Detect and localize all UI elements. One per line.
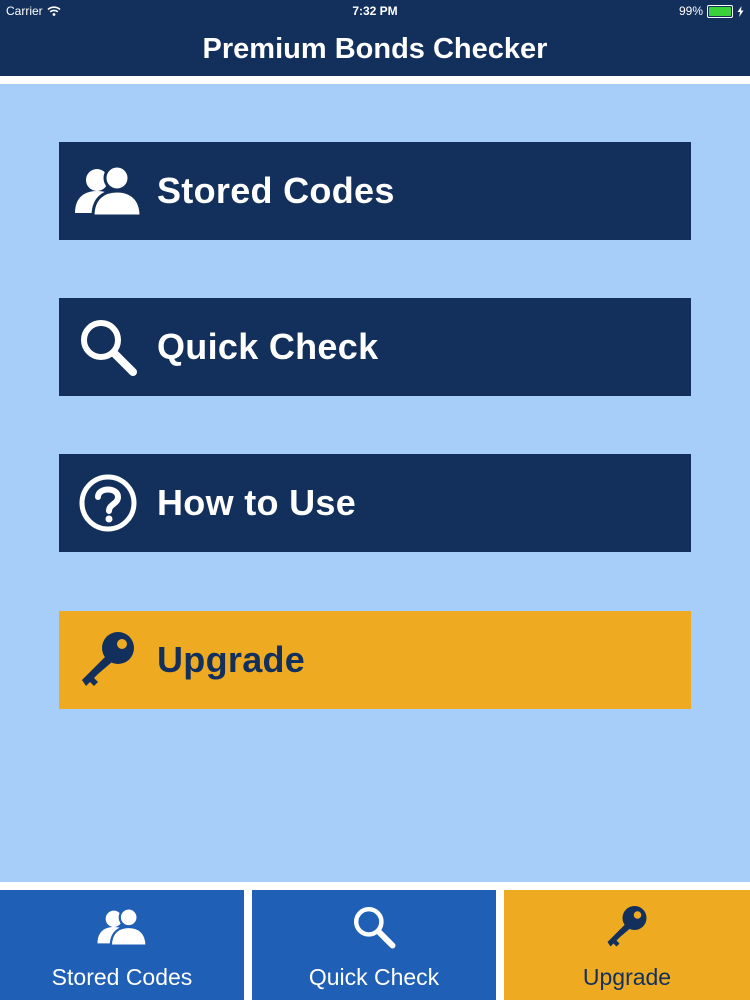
tab-quick-check[interactable]: Quick Check: [252, 890, 496, 1000]
how-to-use-label: How to Use: [157, 482, 357, 523]
status-bar: Carrier 7:32 PM 99%: [0, 0, 750, 22]
tab-stored-codes[interactable]: Stored Codes: [0, 890, 244, 1000]
nav-divider: [0, 76, 750, 84]
quick-check-button[interactable]: Quick Check: [59, 298, 691, 396]
users-icon: [59, 142, 157, 240]
tab-stored-codes-label: Stored Codes: [51, 964, 193, 990]
status-time: 7:32 PM: [352, 4, 398, 18]
main-content: Stored Codes Quick Check How to Use Upgr…: [0, 84, 750, 882]
tab-upgrade[interactable]: Upgrade: [504, 890, 750, 1000]
battery-fill: [709, 6, 731, 16]
tab-bar: Stored Codes Quick Check Upgrade: [0, 882, 750, 1000]
stored-codes-button[interactable]: Stored Codes: [59, 142, 691, 240]
bolt-icon: [737, 5, 744, 17]
nav-bar: Premium Bonds Checker: [0, 22, 750, 76]
page-title: Premium Bonds Checker: [202, 32, 548, 65]
upgrade-label: Upgrade: [157, 639, 306, 680]
battery-indicator: 99%: [679, 4, 744, 18]
magnifier-icon: [351, 902, 397, 952]
tab-quick-check-label: Quick Check: [308, 964, 440, 990]
how-to-use-button[interactable]: How to Use: [59, 454, 691, 552]
key-icon: [59, 611, 157, 709]
magnifier-icon: [59, 298, 157, 396]
battery-icon: [707, 4, 733, 18]
tab-upgrade-label: Upgrade: [582, 964, 672, 990]
users-icon: [96, 902, 148, 952]
key-icon: [603, 902, 651, 952]
quick-check-label: Quick Check: [157, 326, 379, 367]
question-circle-icon: [59, 454, 157, 552]
stored-codes-label: Stored Codes: [157, 170, 395, 211]
upgrade-button[interactable]: Upgrade: [59, 611, 691, 709]
battery-percent: 99%: [678, 4, 703, 18]
